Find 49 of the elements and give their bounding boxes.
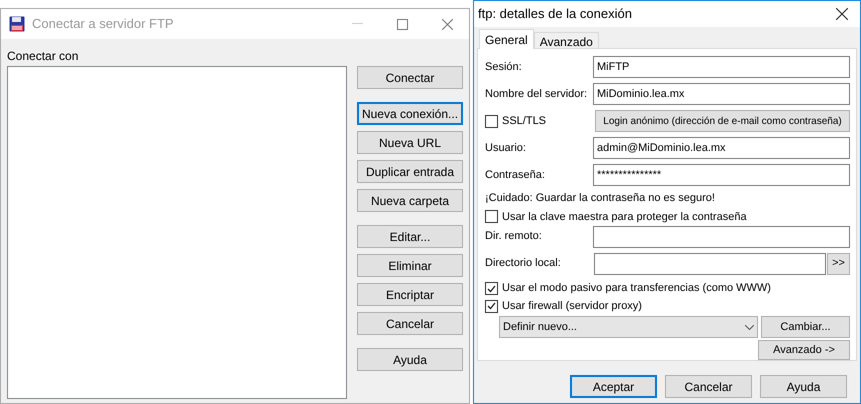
input-field[interactable]: MiDominio.lea.mx — [593, 83, 850, 105]
button[interactable]: Aceptar — [570, 375, 657, 398]
checkbox-label: SSL/TLS — [502, 114, 546, 129]
checkbox-label: Usar la clave maestra para proteger la contraseña — [502, 210, 747, 225]
field-label: Dir. remoto: — [485, 229, 543, 244]
checkmark-icon — [487, 284, 496, 292]
input-field[interactable]: admin@MiDominio.lea.mx — [593, 137, 850, 159]
button[interactable]: Nueva conexión... — [357, 102, 463, 125]
advanced-button[interactable]: Avanzado -> — [758, 340, 850, 360]
input-field[interactable]: *************** — [593, 164, 850, 186]
input-field[interactable] — [594, 252, 826, 275]
chevron-down-icon — [745, 324, 754, 330]
checkbox[interactable] — [485, 210, 498, 224]
button[interactable]: Nueva carpeta — [357, 189, 463, 212]
field-label: Usuario: — [485, 140, 527, 156]
checkbox[interactable] — [485, 282, 498, 295]
button[interactable]: Conectar — [357, 66, 463, 89]
dialog-title: ftp: detalles de la conexión — [478, 5, 632, 24]
button[interactable]: Cancelar — [665, 375, 752, 398]
button[interactable]: Ayuda — [357, 348, 463, 371]
button[interactable]: Encriptar — [357, 283, 463, 306]
window-title: Conectar a servidor FTP — [32, 15, 174, 34]
field-label: Nombre del servidor: — [485, 86, 588, 102]
field-label: Sesión: — [485, 60, 523, 75]
tab[interactable]: General — [479, 29, 534, 49]
button[interactable]: Nueva URL — [357, 131, 463, 154]
warning-text: ¡Cuidado: Guardar la contraseña no es seguro! — [485, 191, 716, 206]
field-label: Contraseña: — [485, 168, 546, 183]
input-field[interactable]: MiFTP — [593, 56, 850, 78]
close-icon[interactable] — [836, 8, 848, 20]
button[interactable]: Editar... — [357, 225, 463, 248]
checkbox-label: Usar el modo pasivo para transferencias (como WWW) — [502, 281, 771, 296]
change-button[interactable]: Cambiar... — [761, 316, 850, 338]
anonymous-login-button[interactable]: Login anónimo (dirección de e-mail como contraseña) — [595, 110, 850, 132]
checkbox[interactable] — [485, 114, 498, 128]
button[interactable]: Duplicar entrada — [357, 160, 463, 183]
field-label: Directorio local: — [485, 256, 562, 272]
input-field[interactable] — [593, 226, 850, 248]
tab[interactable]: Avanzado — [534, 32, 599, 49]
checkbox-label: Usar firewall (servidor proxy) — [502, 298, 642, 314]
checkbox[interactable] — [485, 300, 498, 313]
button[interactable]: Cancelar — [357, 312, 463, 335]
list-label: Conectar con — [7, 48, 80, 65]
button[interactable]: Ayuda — [760, 375, 847, 398]
button[interactable]: Eliminar — [357, 254, 463, 277]
checkmark-icon — [487, 302, 496, 310]
proxy-dropdown[interactable]: Definir nuevo... — [499, 316, 758, 338]
maximize-icon[interactable] — [397, 18, 408, 30]
browse-button[interactable]: >> — [827, 252, 850, 275]
